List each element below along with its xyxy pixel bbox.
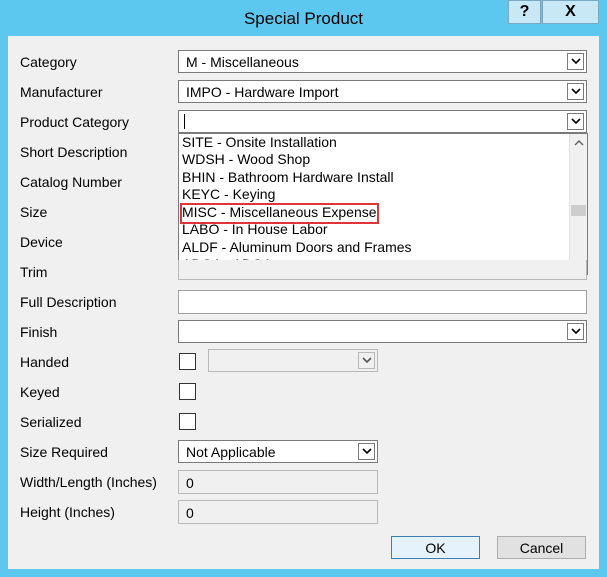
label-finish: Finish: [20, 324, 58, 340]
height-field[interactable]: 0: [178, 500, 378, 524]
label-manufacturer: Manufacturer: [20, 84, 103, 100]
dropdown-option[interactable]: ALDF - Aluminum Doors and Frames: [182, 239, 412, 256]
dropdown-option[interactable]: WDSH - Wood Shop: [182, 151, 310, 168]
label-size: Size: [20, 204, 48, 220]
close-button[interactable]: X: [542, 0, 599, 24]
dialog-body: Category Manufacturer Product Category S…: [8, 36, 599, 569]
dropdown-option[interactable]: BHIN - Bathroom Hardware Install: [182, 169, 394, 186]
serialized-checkbox[interactable]: [179, 413, 196, 430]
label-keyed: Keyed: [20, 384, 60, 400]
help-icon: ?: [519, 3, 530, 20]
chevron-up-icon[interactable]: [570, 134, 587, 151]
help-button[interactable]: ?: [508, 0, 541, 24]
size-required-select[interactable]: Not Applicable: [178, 440, 378, 463]
ok-button[interactable]: OK: [391, 536, 480, 559]
cancel-button[interactable]: Cancel: [497, 536, 586, 559]
label-trim: Trim: [20, 264, 48, 280]
dropdown-option[interactable]: SITE - Onsite Installation: [182, 134, 337, 151]
chevron-down-icon[interactable]: [567, 113, 584, 130]
dropdown-scrollbar[interactable]: [569, 134, 587, 274]
handed-checkbox[interactable]: [179, 353, 196, 370]
size-required-value: Not Applicable: [186, 444, 276, 460]
category-value: M - Miscellaneous: [186, 54, 299, 70]
label-width-length: Width/Length (Inches): [20, 474, 157, 490]
full-description-field[interactable]: [178, 290, 587, 314]
scrollbar-thumb[interactable]: [571, 205, 586, 216]
label-device: Device: [20, 234, 63, 250]
finish-select[interactable]: [178, 320, 587, 343]
close-icon: X: [565, 3, 576, 20]
text-caret: [184, 114, 185, 129]
manufacturer-select[interactable]: IMPO - Hardware Import: [178, 80, 587, 103]
label-handed: Handed: [20, 354, 70, 370]
label-product-category: Product Category: [20, 114, 129, 130]
label-serialized: Serialized: [20, 414, 82, 430]
height-value: 0: [186, 505, 194, 521]
chevron-down-icon[interactable]: [567, 323, 584, 340]
chevron-down-icon[interactable]: [567, 53, 584, 70]
category-select[interactable]: M - Miscellaneous: [178, 50, 587, 73]
chevron-down-icon[interactable]: [567, 83, 584, 100]
trim-field[interactable]: [178, 260, 587, 280]
special-product-dialog: Special Product ? X Category Manufacture…: [0, 0, 607, 577]
keyed-checkbox[interactable]: [179, 383, 196, 400]
chevron-down-icon[interactable]: [358, 443, 375, 460]
width-length-field[interactable]: 0: [178, 470, 378, 494]
label-short-description: Short Description: [20, 144, 128, 160]
dropdown-option[interactable]: KEYC - Keying: [182, 186, 275, 203]
product-category-select[interactable]: [178, 110, 587, 133]
label-full-description: Full Description: [20, 294, 117, 310]
label-catalog-number: Catalog Number: [20, 174, 122, 190]
width-length-value: 0: [186, 475, 194, 491]
title-bar[interactable]: Special Product ? X: [0, 0, 607, 36]
chevron-down-icon[interactable]: [358, 352, 375, 369]
label-category: Category: [20, 54, 77, 70]
label-size-required: Size Required: [20, 444, 108, 460]
label-height: Height (Inches): [20, 504, 115, 520]
annotation-highlight-box: [180, 203, 379, 224]
handed-select[interactable]: [208, 349, 378, 372]
manufacturer-value: IMPO - Hardware Import: [186, 84, 339, 100]
